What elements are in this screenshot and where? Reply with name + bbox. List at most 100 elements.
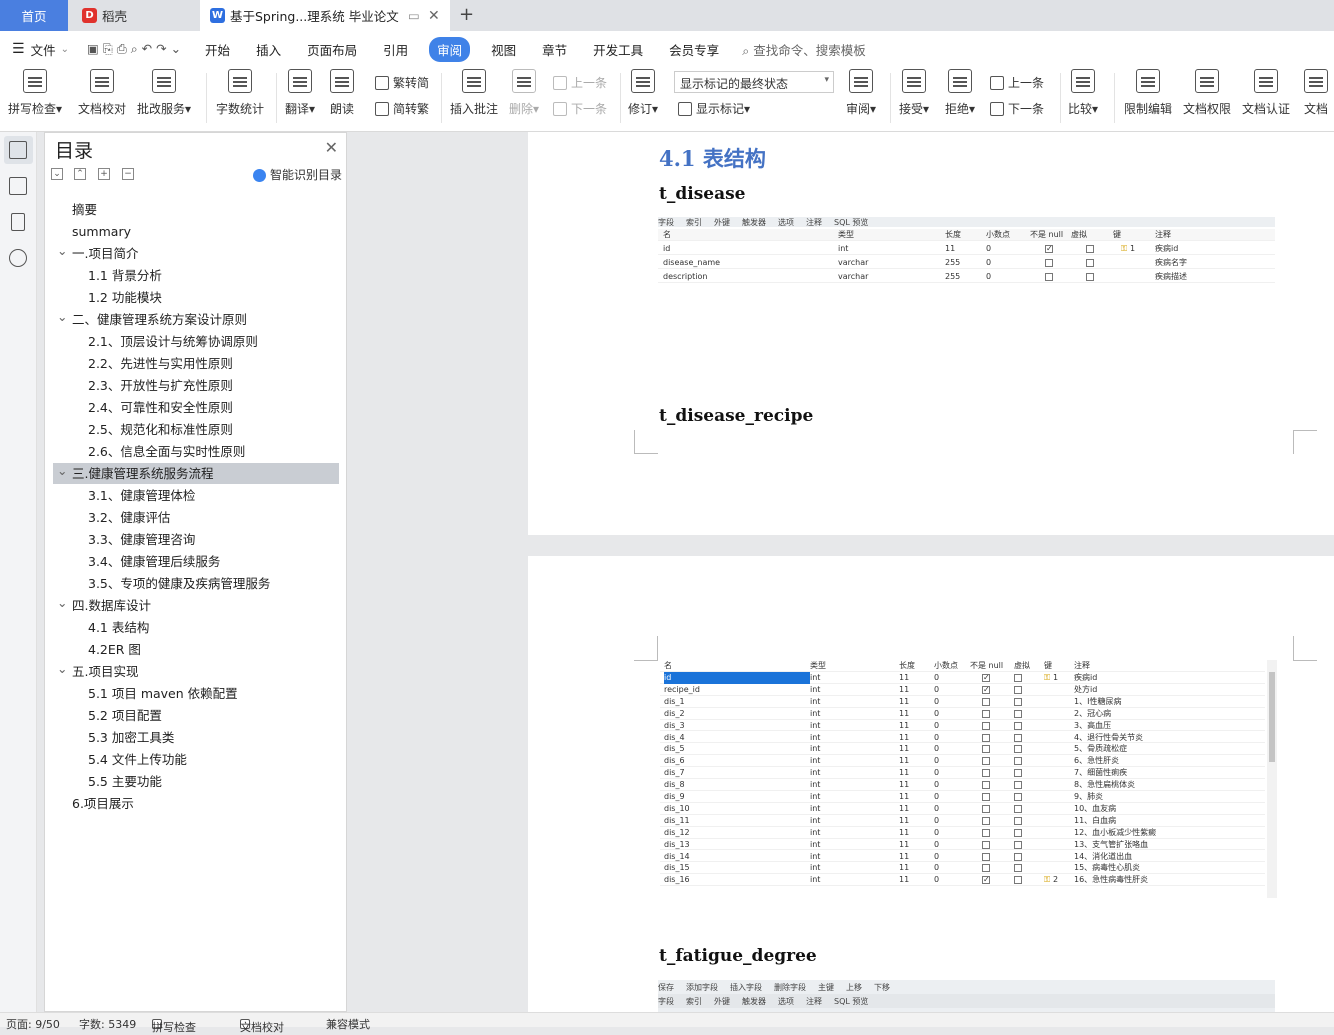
document-canvas[interactable]: 4.1 表结构 t_disease 字段 索引 外键 触发器 选项 注释 SQL 预览 名类…	[355, 132, 1334, 1012]
doc-permission-button[interactable]: 文档权限	[1183, 69, 1231, 117]
doc-more-button[interactable]: 文档	[1304, 69, 1334, 117]
checkbox-icon[interactable]	[1014, 864, 1022, 873]
table-row[interactable]: dis_11 int 11 0 11、白血病	[660, 815, 1265, 827]
menu-chapter[interactable]: 章节	[542, 40, 567, 59]
checkbox-icon[interactable]	[1014, 804, 1022, 813]
designer-tab[interactable]: SQL 预览	[834, 996, 868, 1007]
checkbox-icon[interactable]	[1014, 709, 1022, 718]
tab-daoke[interactable]: D 稻壳	[72, 0, 198, 31]
designer-tab[interactable]: 字段	[658, 217, 674, 228]
designer-tab[interactable]: 外键	[714, 996, 730, 1007]
table-row[interactable]: dis_7 int 11 0 7、细菌性痢疾	[660, 767, 1265, 780]
table-row[interactable]: dis_9 int 11 0 9、肺炎	[660, 791, 1265, 803]
review-pane-button[interactable]: 审阅▾	[846, 69, 876, 117]
checkbox-icon[interactable]	[982, 733, 990, 742]
checkbox-icon[interactable]	[982, 697, 990, 706]
checkbox-icon[interactable]	[1014, 793, 1022, 801]
menu-file[interactable]: 文件	[31, 40, 56, 59]
checkbox-icon[interactable]	[1014, 876, 1022, 885]
menu-review[interactable]: 审阅	[429, 36, 471, 62]
checkbox-icon[interactable]	[982, 852, 990, 861]
simp-to-trad-button[interactable]: 简转繁	[375, 100, 429, 117]
revise-button[interactable]: 修订▾	[628, 69, 658, 117]
chevron-down-icon[interactable]: ⌄	[57, 592, 67, 613]
checkbox-icon[interactable]	[1014, 781, 1022, 790]
trad-to-simp-button[interactable]: 繁转简	[375, 74, 429, 91]
next-comment-button[interactable]: 下一条	[553, 100, 607, 117]
table-row[interactable]: idint110⚿1疾病id	[658, 243, 1275, 255]
table-row[interactable]: dis_4 int 11 0 4、退行性骨关节炎	[660, 732, 1265, 744]
designer-tab[interactable]: 上移	[846, 982, 862, 993]
designer-tab[interactable]: 字段	[658, 996, 674, 1007]
checkbox-icon[interactable]	[982, 804, 990, 813]
menu-layout[interactable]: 页面布局	[307, 40, 357, 59]
search-panel-icon[interactable]	[9, 249, 27, 267]
checkbox-icon[interactable]	[982, 828, 990, 837]
checkbox-icon[interactable]	[982, 781, 990, 790]
checkbox-icon[interactable]	[1014, 828, 1022, 837]
show-marks-button[interactable]: 显示标记 ▾	[678, 100, 750, 117]
designer-tab[interactable]: 插入字段	[730, 982, 762, 993]
checkbox-icon[interactable]	[982, 709, 990, 718]
checkbox-icon[interactable]	[982, 757, 990, 766]
new-tab-icon[interactable]: +	[459, 4, 474, 25]
checkbox-icon[interactable]	[1014, 757, 1022, 766]
designer-tab[interactable]: 添加字段	[686, 982, 718, 993]
prev-comment-button[interactable]: 上一条	[553, 74, 607, 91]
checkbox-icon[interactable]	[1014, 769, 1022, 778]
checkbox-icon[interactable]	[1045, 243, 1053, 255]
checkbox-icon[interactable]	[1014, 733, 1022, 742]
checkbox-icon[interactable]	[982, 816, 990, 825]
remove-level-icon[interactable]: −	[122, 168, 134, 180]
table-row[interactable]: recipe_id int 11 0 处方id	[660, 684, 1265, 696]
doc-certify-button[interactable]: 文档认证	[1242, 69, 1290, 117]
checkbox-icon[interactable]	[1014, 816, 1022, 825]
checkbox-icon[interactable]	[1014, 697, 1022, 706]
menu-insert[interactable]: 插入	[256, 40, 281, 59]
designer-tab[interactable]: 下移	[874, 982, 890, 993]
checkbox-icon[interactable]	[1014, 840, 1022, 849]
scrollbar-thumb[interactable]	[1269, 672, 1275, 762]
designer-tab[interactable]: 选项	[778, 217, 794, 228]
proofread-button[interactable]: 文档校对	[78, 69, 126, 117]
compare-button[interactable]: 比较▾	[1068, 69, 1098, 117]
table-row[interactable]: dis_3 int 11 0 3、高血压	[660, 720, 1265, 732]
checkbox-icon[interactable]	[1086, 273, 1094, 281]
table-row[interactable]: dis_10 int 11 0 10、血友病	[660, 803, 1265, 815]
table-row[interactable]: idint110⚿1疾病id	[660, 672, 1265, 684]
menu-start[interactable]: 开始	[205, 40, 230, 59]
table-row[interactable]: dis_1 int 11 0 1、I性糖尿病	[660, 696, 1265, 708]
checkbox-icon[interactable]	[982, 840, 990, 849]
table-row[interactable]: description varchar 255 0 疾病描述	[658, 271, 1275, 283]
checkbox-icon[interactable]	[1014, 674, 1022, 682]
table-row[interactable]: dis_5 int 11 0 5、骨质疏松症	[660, 743, 1265, 756]
reject-button[interactable]: 拒绝▾	[945, 69, 975, 117]
page-indicator[interactable]: 页面: 9/50	[6, 1016, 60, 1032]
designer-tab[interactable]: 主键	[818, 982, 834, 993]
designer-tab[interactable]: 删除字段	[774, 982, 806, 993]
designer-tab[interactable]: 外键	[714, 217, 730, 228]
designer-tab[interactable]: 保存	[658, 982, 674, 993]
smart-toc-button[interactable]: 智能识别目录	[252, 166, 342, 183]
toc-item[interactable]: ⌄ 三.健康管理系统服务流程	[53, 463, 339, 484]
checkbox-icon[interactable]	[982, 684, 990, 696]
designer-tab[interactable]: 触发器	[742, 996, 766, 1007]
designer-tab[interactable]: 选项	[778, 996, 794, 1007]
collapse-all-icon[interactable]: ⌄	[51, 168, 63, 180]
table-row[interactable]: dis_8 int 11 0 8、急性扁桃体炎	[660, 779, 1265, 791]
hamburger-icon[interactable]: ☰	[12, 41, 25, 57]
checkbox-icon[interactable]	[982, 745, 990, 754]
designer-tab[interactable]: SQL 预览	[834, 217, 868, 228]
tab-document[interactable]: W 基于Spring...理系统 毕业论文 ▭ ✕	[200, 0, 450, 31]
checkbox-icon[interactable]	[982, 769, 990, 778]
chevron-down-icon[interactable]: ⌄	[57, 460, 67, 481]
translate-button[interactable]: 翻译▾	[285, 69, 315, 117]
next-change-button[interactable]: 下一条	[990, 100, 1044, 117]
scrollbar[interactable]	[1267, 660, 1277, 898]
designer-tab[interactable]: 索引	[686, 217, 702, 228]
menu-reference[interactable]: 引用	[383, 40, 408, 59]
close-icon[interactable]: ✕	[325, 138, 338, 157]
batch-service-button[interactable]: 批改服务▾	[137, 69, 191, 117]
checkbox-icon[interactable]	[982, 672, 990, 684]
checkbox-icon[interactable]	[1045, 259, 1053, 267]
